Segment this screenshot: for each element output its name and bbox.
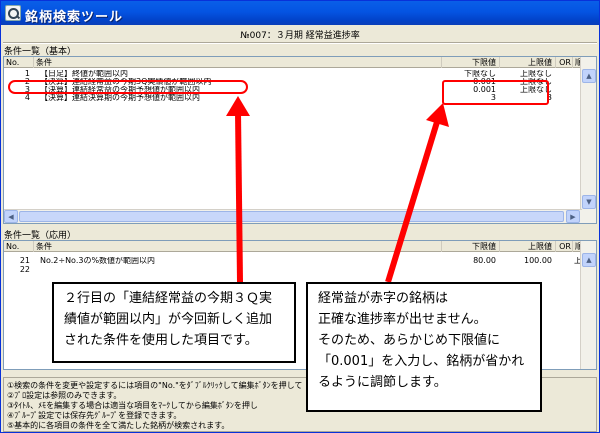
- callout-line: ２行目の「連結経常益の今期３Ｑ実: [64, 291, 273, 306]
- callout-line: 績値が範囲以内」が今回新しく追加: [64, 312, 273, 327]
- left-annotation-callout: ２行目の「連結経常益の今期３Ｑ実 績値が範囲以内」が今回新しく追加 された条件を…: [52, 282, 296, 363]
- arrow-right-shaft: [385, 121, 440, 283]
- callout-line: 正確な進捗率が出せません。: [318, 312, 487, 327]
- callout-line: された条件を使用した項目です。: [64, 333, 258, 348]
- callout-line: るように調節します。: [318, 375, 447, 390]
- callout-line: 経常益が赤字の銘柄は: [318, 291, 449, 306]
- arrow-left-shaft: [235, 111, 243, 283]
- right-annotation-callout: 経常益が赤字の銘柄は 正確な進捗率が出せません。 そのため、あらかじめ下限値に …: [306, 282, 542, 412]
- callout-line: そのため、あらかじめ下限値に: [318, 333, 501, 348]
- arrow-left-head: [226, 96, 250, 116]
- callout-line: 「0.001」を入力し、銘柄が省かれ: [318, 354, 525, 369]
- arrow-right-head: [426, 103, 449, 127]
